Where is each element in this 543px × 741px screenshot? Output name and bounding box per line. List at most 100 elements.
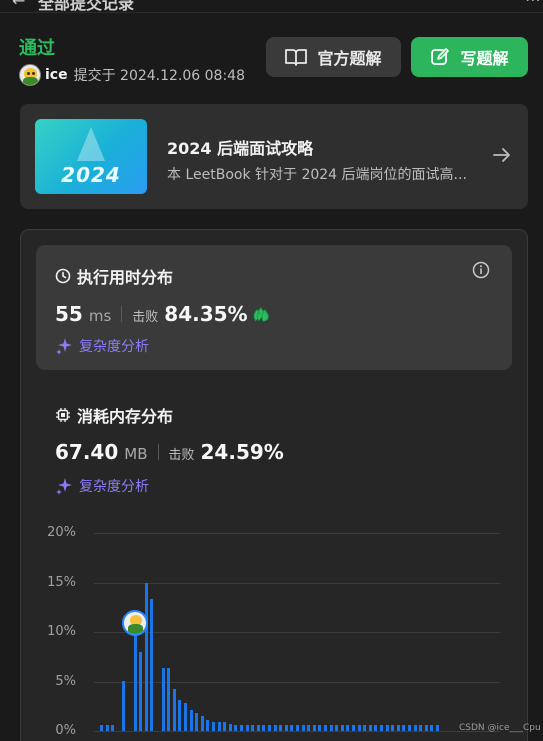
leetbook-card[interactable]: 2024 2024 后端面试攻略 本 LeetBook 针对于 2024 后端岗… [20, 104, 528, 209]
chart-bar[interactable] [329, 725, 333, 731]
chart-bar[interactable] [122, 680, 126, 731]
chart-bar[interactable] [167, 667, 171, 731]
memory-metric: 67.40 MB 击败 24.59% [55, 440, 284, 464]
runtime-complexity-link[interactable]: 复杂度分析 [55, 336, 149, 356]
chart-bar[interactable] [430, 725, 434, 731]
current-submission-avatar-marker[interactable] [121, 609, 148, 636]
chart-bar[interactable] [133, 633, 137, 731]
username[interactable]: ice [45, 67, 68, 83]
chart-bar[interactable] [402, 725, 406, 731]
chart-bar[interactable] [380, 725, 383, 731]
avatar[interactable] [19, 64, 41, 86]
chart-bar[interactable] [268, 725, 271, 731]
chart-bar[interactable] [240, 725, 243, 731]
chart-bar[interactable] [318, 725, 322, 731]
chart-bar[interactable] [262, 725, 266, 731]
chart-bar[interactable] [424, 725, 428, 731]
runtime-title: 执行用时分布 [55, 264, 173, 288]
memory-title: 消耗内存分布 [55, 403, 173, 427]
more-icon[interactable]: ⋯ [525, 0, 541, 9]
chart-bar[interactable] [368, 725, 372, 731]
chart-bar[interactable] [312, 725, 316, 731]
write-solution-button[interactable]: 写题解 [411, 37, 528, 77]
chart-bar[interactable] [234, 725, 238, 731]
official-solution-label: 官方题解 [317, 49, 382, 68]
chart-bar[interactable] [284, 725, 288, 731]
memory-unit: MB [124, 445, 148, 463]
chart-bar[interactable] [245, 725, 249, 731]
book-cover: 2024 [35, 119, 147, 194]
chart-bar[interactable] [396, 725, 400, 731]
chart-gridline [94, 632, 500, 633]
chart-bar[interactable] [296, 725, 299, 731]
back-arrow-icon[interactable]: ← [12, 0, 25, 10]
chart-bar[interactable] [301, 725, 305, 731]
chart-bar[interactable] [100, 725, 103, 731]
chart-bar[interactable] [335, 725, 339, 731]
divider [121, 306, 123, 322]
chart-bar[interactable] [144, 582, 148, 731]
chart-bar[interactable] [178, 700, 182, 731]
memory-beat-label: 击败 [168, 448, 195, 463]
submission-status: 通过 [19, 38, 55, 59]
y-tick-label: 0% [55, 723, 76, 738]
info-icon[interactable] [472, 261, 490, 279]
chart-bar[interactable] [436, 725, 439, 731]
memory-distribution-chart: 20% 15% 10% 5% 0% [36, 520, 512, 741]
chart-bar[interactable] [413, 725, 417, 731]
runtime-value: 55 [55, 302, 83, 326]
chart-gridline [94, 582, 500, 584]
chart-bar[interactable] [251, 725, 255, 731]
chart-bar[interactable] [340, 725, 344, 731]
chart-bar[interactable] [256, 725, 260, 731]
chart-bar[interactable] [419, 725, 423, 731]
chart-bar[interactable] [228, 724, 232, 731]
book-title: 2024 后端面试攻略 [167, 139, 314, 158]
chart-bar[interactable] [139, 651, 143, 731]
chart-bar[interactable] [189, 710, 193, 731]
chart-bar[interactable] [184, 703, 187, 731]
memory-title-text: 消耗内存分布 [77, 407, 174, 426]
chart-bar[interactable] [363, 725, 367, 731]
chart-bar[interactable] [290, 725, 294, 731]
chart-bar[interactable] [346, 725, 350, 731]
official-solution-button[interactable]: 官方题解 [266, 37, 401, 77]
chart-bar[interactable] [307, 725, 311, 731]
chart-bar[interactable] [352, 725, 355, 731]
chart-bar[interactable] [105, 725, 109, 731]
chart-bar[interactable] [217, 722, 221, 731]
chart-bar[interactable] [195, 713, 199, 731]
y-tick-label: 10% [47, 624, 76, 639]
chart-bar[interactable] [223, 722, 227, 731]
chart-bar[interactable] [324, 725, 327, 731]
memory-complexity-link[interactable]: 复杂度分析 [55, 476, 149, 496]
y-tick-label: 5% [55, 673, 76, 689]
header-title: 全部提交记录 [38, 0, 135, 13]
arrow-right-icon [493, 148, 510, 162]
clock-icon [55, 268, 71, 284]
runtime-metric: 55 ms 击败 84.35% [55, 302, 272, 326]
chart-bar[interactable] [357, 725, 361, 731]
memory-value: 67.40 [55, 440, 119, 464]
runtime-beat-label: 击败 [132, 310, 159, 325]
runtime-card[interactable]: 执行用时分布 55 ms 击败 84.35% 复杂度分析 [36, 245, 512, 370]
chart-bar[interactable] [206, 720, 210, 731]
memory-percent: 24.59% [200, 440, 284, 464]
chart-bar[interactable] [111, 725, 115, 731]
chart-bar[interactable] [408, 725, 411, 731]
sparkle-icon [56, 478, 72, 495]
runtime-complexity-text: 复杂度分析 [79, 339, 149, 355]
chart-bar[interactable] [161, 667, 165, 731]
chart-bar[interactable] [391, 725, 395, 731]
chart-bar[interactable] [150, 599, 154, 731]
chart-bar[interactable] [374, 725, 378, 731]
y-tick-label: 15% [47, 574, 76, 590]
runtime-title-text: 执行用时分布 [77, 268, 174, 287]
chart-bar[interactable] [273, 725, 277, 731]
chart-bar[interactable] [385, 725, 389, 731]
chart-bar[interactable] [279, 725, 283, 731]
chart-bar[interactable] [172, 689, 176, 731]
submitted-time: 提交于 2024.12.06 08:48 [73, 68, 245, 84]
chart-bar[interactable] [200, 716, 204, 731]
chart-bar[interactable] [212, 722, 215, 731]
